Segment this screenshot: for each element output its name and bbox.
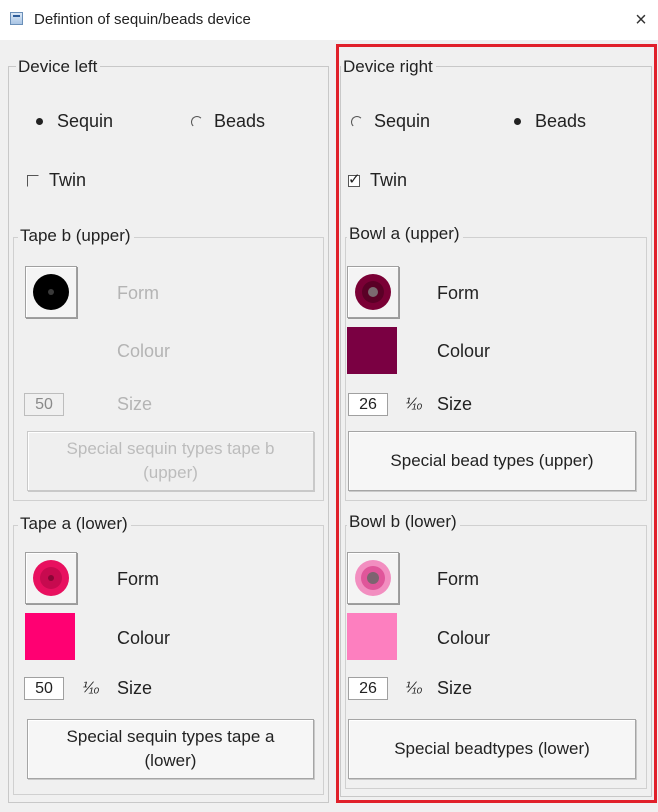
left-radio-beads[interactable]: Beads bbox=[190, 111, 265, 132]
device-left-title: Device left bbox=[16, 57, 101, 77]
right-lower-colour-swatch[interactable] bbox=[347, 613, 397, 660]
left-lower-title: Tape a (lower) bbox=[18, 514, 131, 534]
left-upper-special-button[interactable]: Special sequin types tape b (upper) bbox=[27, 431, 314, 491]
right-upper-size-input[interactable]: 26 bbox=[348, 393, 388, 416]
title-bar: Defintion of sequin/beads device × bbox=[0, 0, 658, 40]
right-radio-sequin-label: Sequin bbox=[374, 111, 431, 131]
right-upper-size-unit: ⅟₁₀ bbox=[404, 395, 423, 411]
right-lower-title: Bowl b (lower) bbox=[347, 512, 460, 532]
left-upper-form-button[interactable] bbox=[25, 266, 77, 318]
radio-unselected-icon bbox=[190, 115, 204, 129]
checkbox-checked-icon: ✓ bbox=[348, 170, 361, 188]
left-twin-label: Twin bbox=[49, 170, 87, 190]
sequin-black-icon bbox=[33, 274, 69, 310]
left-upper-form-label: Form bbox=[117, 283, 159, 303]
left-lower-colour-label: Colour bbox=[117, 628, 171, 648]
right-lower-form-button[interactable] bbox=[347, 552, 399, 604]
window-title: Defintion of sequin/beads device bbox=[34, 11, 251, 28]
right-lower-size-input[interactable]: 26 bbox=[348, 677, 388, 700]
right-twin-checkbox[interactable]: ✓ Twin bbox=[348, 170, 407, 191]
right-upper-form-label: Form bbox=[437, 283, 479, 303]
left-upper-size-input[interactable]: 50 bbox=[24, 393, 64, 416]
app-window-icon bbox=[10, 12, 23, 25]
radio-selected-icon bbox=[33, 115, 47, 129]
bead-pink-icon bbox=[355, 560, 391, 596]
left-lower-colour-swatch[interactable] bbox=[25, 613, 75, 660]
right-upper-size-label: Size bbox=[437, 394, 473, 414]
right-lower-special-button[interactable]: Special beadtypes (lower) bbox=[348, 719, 636, 779]
close-button[interactable]: × bbox=[626, 4, 656, 36]
sequin-pink-icon bbox=[33, 560, 69, 596]
right-lower-size-label: Size bbox=[437, 678, 473, 698]
right-lower-colour-label: Colour bbox=[437, 628, 491, 648]
left-radio-sequin[interactable]: Sequin bbox=[33, 111, 113, 132]
radio-unselected-icon bbox=[350, 115, 364, 129]
left-upper-title: Tape b (upper) bbox=[18, 226, 134, 246]
device-right-title: Device right bbox=[341, 57, 436, 77]
left-upper-size-label: Size bbox=[117, 394, 153, 414]
right-upper-colour-label: Colour bbox=[437, 341, 491, 361]
right-radio-beads-label: Beads bbox=[535, 111, 587, 131]
right-upper-title: Bowl a (upper) bbox=[347, 224, 463, 244]
checkbox-unchecked-icon bbox=[27, 174, 39, 187]
left-lower-form-label: Form bbox=[117, 569, 159, 589]
right-radio-beads[interactable]: Beads bbox=[511, 111, 586, 132]
right-radio-sequin[interactable]: Sequin bbox=[350, 111, 430, 132]
left-radio-beads-label: Beads bbox=[214, 111, 266, 131]
right-upper-special-button[interactable]: Special bead types (upper) bbox=[348, 431, 636, 491]
bead-dark-red-icon bbox=[355, 274, 391, 310]
right-lower-form-label: Form bbox=[437, 569, 479, 589]
left-upper-colour-label: Colour bbox=[117, 341, 171, 361]
left-lower-size-input[interactable]: 50 bbox=[24, 677, 64, 700]
left-lower-size-unit: ⅟₁₀ bbox=[81, 679, 100, 695]
right-upper-form-button[interactable] bbox=[347, 266, 399, 318]
right-twin-label: Twin bbox=[370, 170, 408, 190]
left-radio-sequin-label: Sequin bbox=[57, 111, 114, 131]
left-lower-size-label: Size bbox=[117, 678, 153, 698]
right-upper-colour-swatch[interactable] bbox=[347, 327, 397, 374]
left-lower-special-button[interactable]: Special sequin types tape a (lower) bbox=[27, 719, 314, 779]
right-lower-size-unit: ⅟₁₀ bbox=[404, 679, 423, 695]
radio-selected-icon bbox=[511, 115, 525, 129]
left-twin-checkbox[interactable]: Twin bbox=[27, 170, 86, 191]
left-lower-form-button[interactable] bbox=[25, 552, 77, 604]
